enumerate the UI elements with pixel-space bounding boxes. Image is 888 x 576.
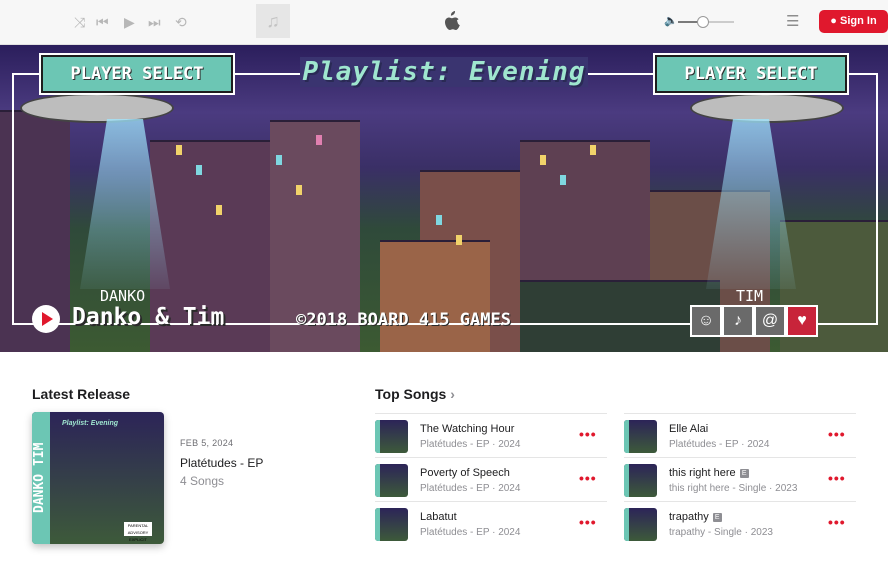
song-title: Labatut: [420, 511, 457, 523]
artwork-side-text: DANKO TIM: [32, 412, 50, 544]
song-subtitle: Platétudes - EP · 2024: [420, 527, 521, 538]
song-row[interactable]: this right here E this right here - Single…: [624, 457, 856, 502]
song-row[interactable]: trapathy E trapathy - Single · 2023 •••: [624, 501, 856, 546]
volume-knob[interactable]: [697, 16, 710, 28]
apple-logo-icon: [445, 11, 460, 30]
release-date: FEB 5, 2024: [180, 438, 234, 448]
music-note-icon: ♫: [266, 11, 280, 31]
release-title[interactable]: Platétudes - EP: [180, 456, 263, 470]
danko-label: DANKO: [100, 287, 146, 305]
pixel-button-guitar[interactable]: ♪: [722, 305, 754, 337]
more-options-button[interactable]: •••: [579, 470, 597, 486]
song-subtitle: this right here - Single · 2023: [669, 483, 798, 494]
player-select-left[interactable]: PLAYER SELECT: [41, 55, 233, 93]
person-icon: ●: [830, 15, 837, 27]
player-bar: ⤨ ⏮ ▶ ⏭ ⟲ ♫ 🔈 ☰ ● Sign In: [0, 0, 888, 45]
release-song-count: 4 Songs: [180, 474, 225, 488]
song-artwork: [624, 508, 657, 541]
song-title: Elle Alai: [669, 423, 709, 435]
latest-release-artwork[interactable]: DANKO TIM Playlist: Evening PARENTAL ADV…: [32, 412, 164, 544]
more-options-button[interactable]: •••: [828, 426, 846, 442]
song-subtitle: Platétudes - EP · 2024: [420, 483, 521, 494]
song-artwork: [375, 420, 408, 453]
song-row[interactable]: The Watching Hour Platétudes - EP · 2024 •…: [375, 413, 607, 458]
artist-hero-banner: PLAYER SELECT PLAYER SELECT Playlist: Ev…: [0, 45, 888, 352]
pixel-button-face[interactable]: ☺: [690, 305, 722, 337]
sign-in-button[interactable]: ● Sign In: [819, 10, 888, 33]
now-playing-artwork: ♫: [256, 4, 290, 38]
previous-icon[interactable]: ⏮: [96, 12, 109, 32]
song-subtitle: Platétudes - EP · 2024: [420, 439, 521, 450]
next-icon[interactable]: ⏭: [148, 12, 161, 32]
artist-name: Danko & Tim: [72, 304, 225, 330]
pixel-button-swirl[interactable]: @: [754, 305, 786, 337]
more-options-button[interactable]: •••: [579, 514, 597, 530]
top-songs-label: Top Songs: [375, 386, 447, 402]
explicit-badge: E: [712, 513, 722, 522]
sign-in-label: Sign In: [840, 15, 877, 27]
more-options-button[interactable]: •••: [828, 470, 846, 486]
parental-advisory-badge: PARENTAL ADVISORY EXPLICIT CONTENT: [124, 522, 152, 542]
queue-list-icon[interactable]: ☰: [786, 12, 799, 30]
song-subtitle: Platétudes - EP · 2024: [669, 439, 770, 450]
play-icon[interactable]: ▶: [124, 12, 135, 32]
play-icon: [42, 312, 53, 326]
song-row[interactable]: Poverty of Speech Platétudes - EP · 2024 •…: [375, 457, 607, 502]
artwork-title: Playlist: Evening: [62, 420, 119, 427]
song-title: trapathy E: [669, 511, 722, 523]
repeat-icon[interactable]: ⟲: [175, 12, 187, 32]
more-options-button[interactable]: •••: [579, 426, 597, 442]
song-artwork: [375, 508, 408, 541]
pixel-button-heart[interactable]: ♥: [786, 305, 818, 337]
copyright-text: ©2018 BOARD 415 GAMES: [296, 310, 511, 330]
song-artwork: [624, 464, 657, 497]
volume-icon: 🔈: [664, 15, 678, 27]
song-row[interactable]: Elle Alai Platétudes - EP · 2024 •••: [624, 413, 856, 458]
latest-release-title: Latest Release: [32, 386, 131, 402]
song-artwork: [624, 420, 657, 453]
volume-slider[interactable]: [678, 16, 734, 28]
shuffle-icon[interactable]: ⤨: [74, 12, 85, 32]
player-select-right[interactable]: PLAYER SELECT: [655, 55, 847, 93]
song-title: Poverty of Speech: [420, 467, 510, 479]
more-options-button[interactable]: •••: [828, 514, 846, 530]
explicit-badge: E: [739, 469, 749, 478]
song-title: this right here E: [669, 467, 749, 479]
song-row[interactable]: Labatut Platétudes - EP · 2024 •••: [375, 501, 607, 546]
play-artist-button[interactable]: [32, 305, 60, 333]
playlist-title: Playlist: Evening: [300, 57, 588, 87]
top-songs-title[interactable]: Top Songs ›: [375, 386, 455, 402]
song-title: The Watching Hour: [420, 423, 515, 435]
chevron-right-icon: ›: [450, 386, 455, 402]
song-subtitle: trapathy - Single · 2023: [669, 527, 773, 538]
tim-label: TIM: [736, 287, 764, 305]
song-artwork: [375, 464, 408, 497]
